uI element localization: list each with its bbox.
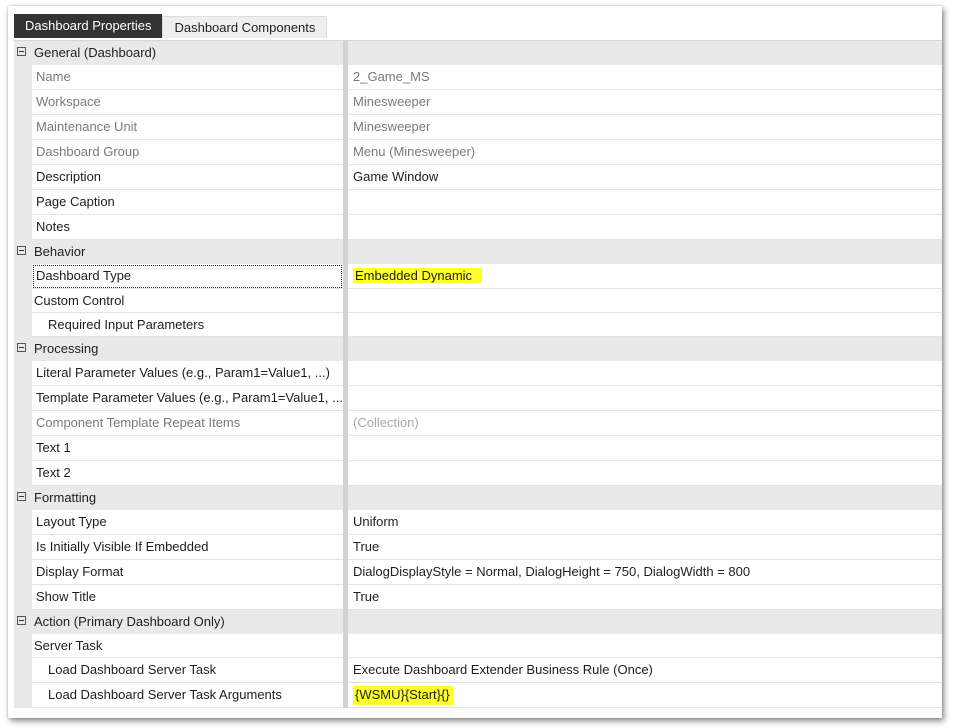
property-name: Server Task bbox=[32, 634, 343, 658]
property-name: Required Input Parameters bbox=[32, 313, 343, 337]
property-value[interactable]: Game Window bbox=[348, 165, 942, 190]
property-name: Text 2 bbox=[32, 461, 343, 486]
property-value[interactable] bbox=[348, 215, 942, 240]
property-row-name[interactable]: Name 2_Game_MS bbox=[14, 65, 942, 90]
property-value[interactable]: Menu (Minesweeper) bbox=[348, 140, 942, 165]
property-value[interactable]: Minesweeper bbox=[348, 90, 942, 115]
category-label: Processing bbox=[34, 341, 99, 356]
property-value[interactable]: True bbox=[348, 535, 942, 560]
property-row-text-1[interactable]: Text 1 bbox=[14, 436, 942, 461]
property-row-custom-control[interactable]: Custom Control bbox=[14, 289, 942, 313]
property-value[interactable] bbox=[348, 634, 942, 658]
property-name: Load Dashboard Server Task bbox=[32, 658, 343, 683]
property-name: Workspace bbox=[32, 90, 343, 115]
property-name: Name bbox=[32, 65, 343, 90]
category-action[interactable]: Action (Primary Dashboard Only) bbox=[14, 610, 942, 634]
property-name: Layout Type bbox=[32, 510, 343, 535]
property-row-page-caption[interactable]: Page Caption bbox=[14, 190, 942, 215]
property-value[interactable]: Execute Dashboard Extender Business Rule… bbox=[348, 658, 942, 683]
property-name: Literal Parameter Values (e.g., Param1=V… bbox=[32, 361, 343, 386]
property-grid: General (Dashboard) Name 2_Game_MS Works… bbox=[14, 40, 942, 708]
category-label: Formatting bbox=[34, 490, 97, 505]
property-value[interactable]: 2_Game_MS bbox=[348, 65, 942, 90]
property-name: Text 1 bbox=[32, 436, 343, 461]
property-row-dashboard-type[interactable]: Dashboard Type Embedded Dynamic bbox=[14, 264, 942, 289]
property-name: Notes bbox=[32, 215, 343, 240]
property-row-load-dashboard-server-task-arguments[interactable]: Load Dashboard Server Task Arguments {WS… bbox=[14, 683, 942, 708]
property-value[interactable] bbox=[348, 386, 942, 411]
property-row-literal-parameter-values[interactable]: Literal Parameter Values (e.g., Param1=V… bbox=[14, 361, 942, 386]
property-name: Custom Control bbox=[32, 289, 343, 313]
property-row-workspace[interactable]: Workspace Minesweeper bbox=[14, 90, 942, 115]
property-value[interactable] bbox=[348, 436, 942, 461]
property-name: Description bbox=[32, 165, 343, 190]
property-row-description[interactable]: Description Game Window bbox=[14, 165, 942, 190]
tab-strip: Dashboard Properties Dashboard Component… bbox=[14, 12, 328, 38]
category-general[interactable]: General (Dashboard) bbox=[14, 41, 942, 65]
property-value[interactable]: (Collection) bbox=[348, 411, 942, 436]
property-value[interactable] bbox=[348, 190, 942, 215]
property-value[interactable]: DialogDisplayStyle = Normal, DialogHeigh… bbox=[348, 560, 942, 585]
property-row-maintenance-unit[interactable]: Maintenance Unit Minesweeper bbox=[14, 115, 942, 140]
category-label: General (Dashboard) bbox=[34, 45, 157, 60]
category-label: Action (Primary Dashboard Only) bbox=[34, 614, 225, 629]
collapse-icon[interactable] bbox=[17, 616, 26, 625]
collapse-icon[interactable] bbox=[17, 492, 26, 501]
category-formatting[interactable]: Formatting bbox=[14, 486, 942, 510]
property-name: Dashboard Group bbox=[32, 140, 343, 165]
property-row-dashboard-group[interactable]: Dashboard Group Menu (Minesweeper) bbox=[14, 140, 942, 165]
category-processing[interactable]: Processing bbox=[14, 337, 942, 361]
property-row-required-input-parameters[interactable]: Required Input Parameters bbox=[14, 313, 942, 337]
property-row-show-title[interactable]: Show Title True bbox=[14, 585, 942, 610]
property-row-initially-visible[interactable]: Is Initially Visible If Embedded True bbox=[14, 535, 942, 560]
property-name: Load Dashboard Server Task Arguments bbox=[32, 683, 343, 708]
category-behavior[interactable]: Behavior bbox=[14, 240, 942, 264]
property-row-text-2[interactable]: Text 2 bbox=[14, 461, 942, 486]
property-value[interactable] bbox=[348, 361, 942, 386]
property-row-display-format[interactable]: Display Format DialogDisplayStyle = Norm… bbox=[14, 560, 942, 585]
property-name: Page Caption bbox=[32, 190, 343, 215]
property-row-template-parameter-values[interactable]: Template Parameter Values (e.g., Param1=… bbox=[14, 386, 942, 411]
property-value[interactable]: True bbox=[348, 585, 942, 610]
property-row-layout-type[interactable]: Layout Type Uniform bbox=[14, 510, 942, 535]
property-row-load-dashboard-server-task[interactable]: Load Dashboard Server Task Execute Dashb… bbox=[14, 658, 942, 683]
property-name: Component Template Repeat Items bbox=[32, 411, 343, 436]
properties-window: Dashboard Properties Dashboard Component… bbox=[8, 6, 942, 718]
property-row-component-template-repeat-items[interactable]: Component Template Repeat Items (Collect… bbox=[14, 411, 942, 436]
property-row-server-task[interactable]: Server Task bbox=[14, 634, 942, 658]
tab-dashboard-components[interactable]: Dashboard Components bbox=[162, 16, 328, 38]
property-value[interactable]: Uniform bbox=[348, 510, 942, 535]
property-name: Maintenance Unit bbox=[32, 115, 343, 140]
collapse-icon[interactable] bbox=[17, 343, 26, 352]
property-name: Show Title bbox=[32, 585, 343, 610]
property-name: Dashboard Type bbox=[32, 264, 343, 289]
property-value-highlighted[interactable]: Embedded Dynamic bbox=[353, 268, 483, 283]
property-name: Template Parameter Values (e.g., Param1=… bbox=[32, 386, 343, 411]
collapse-icon[interactable] bbox=[17, 246, 26, 255]
tab-dashboard-properties[interactable]: Dashboard Properties bbox=[14, 14, 163, 38]
property-value[interactable] bbox=[348, 461, 942, 486]
category-label: Behavior bbox=[34, 244, 86, 259]
property-name: Is Initially Visible If Embedded bbox=[32, 535, 343, 560]
collapse-icon[interactable] bbox=[17, 47, 26, 56]
property-name: Display Format bbox=[32, 560, 343, 585]
property-value[interactable]: Minesweeper bbox=[348, 115, 942, 140]
property-row-notes[interactable]: Notes bbox=[14, 215, 942, 240]
property-value[interactable] bbox=[348, 289, 942, 313]
property-value[interactable] bbox=[348, 313, 942, 337]
property-value-highlighted[interactable]: {WSMU}{Start}{} bbox=[353, 686, 453, 705]
